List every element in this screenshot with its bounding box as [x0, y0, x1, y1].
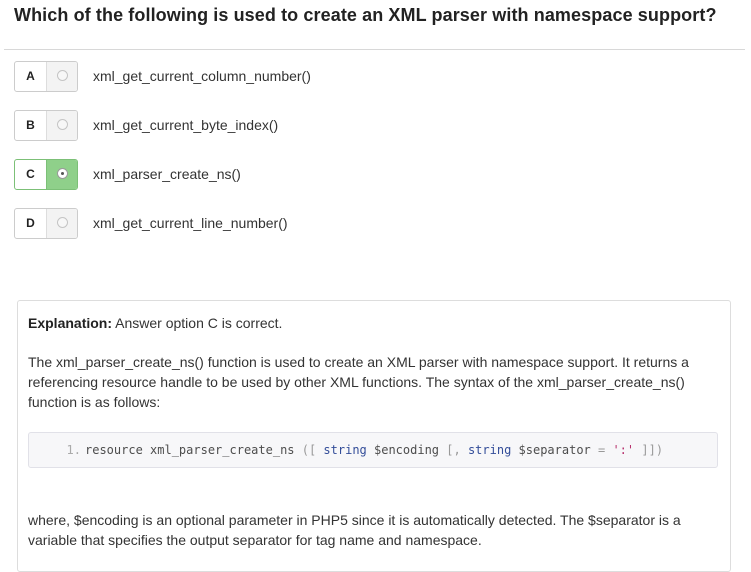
divider	[4, 49, 745, 50]
option-a-text: xml_get_current_column_number()	[93, 68, 311, 84]
code-token: resource xml_parser_create_ns	[85, 443, 302, 457]
option-b-text: xml_get_current_byte_index()	[93, 117, 279, 133]
option-c-control[interactable]: C	[14, 159, 78, 190]
option-d-radio[interactable]	[57, 217, 68, 228]
option-c-letter: C	[26, 167, 35, 181]
option-d-radio-cell[interactable]	[46, 209, 77, 238]
code-token: string	[460, 443, 512, 457]
option-a-control[interactable]: A	[14, 61, 78, 92]
code-token: $encoding	[366, 443, 447, 457]
explanation-answer: Answer option C is correct.	[115, 315, 283, 331]
option-d-control[interactable]: D	[14, 208, 78, 239]
option-a-radio[interactable]	[57, 70, 68, 81]
option-d-text: xml_get_current_line_number()	[93, 215, 288, 231]
code-line-number: 1.	[66, 443, 81, 457]
option-c-radio[interactable]	[57, 168, 68, 179]
explanation-paragraph-2: where, $encoding is an optional paramete…	[28, 512, 681, 548]
question-title: Which of the following is used to create…	[14, 5, 717, 25]
option-d-letter: D	[26, 216, 35, 230]
option-c-radio-cell[interactable]	[46, 160, 77, 189]
code-block: 1. resource xml_parser_create_ns ([ strin…	[28, 432, 718, 468]
option-b-radio-cell[interactable]	[46, 111, 77, 140]
option-b-letter: B	[26, 118, 35, 132]
explanation-paragraph-1: The xml_parser_create_ns() function is u…	[28, 354, 689, 410]
code-token: ]])	[634, 443, 664, 457]
option-b-control[interactable]: B	[14, 110, 78, 141]
code-token: ([	[301, 443, 317, 457]
explanation-label: Explanation:	[28, 315, 113, 331]
code-token: [,	[446, 443, 461, 457]
option-a-radio-cell[interactable]	[46, 62, 77, 91]
option-b-radio[interactable]	[57, 119, 68, 130]
code-token: string	[316, 443, 367, 457]
code-token: ':'	[605, 443, 635, 457]
option-a-letter: A	[26, 69, 35, 83]
option-c-text: xml_parser_create_ns()	[93, 166, 241, 182]
explanation-heading: Explanation: Answer option C is correct.	[28, 314, 282, 332]
code-token: $separator	[511, 443, 598, 457]
explanation-panel: Explanation: Answer option C is correct.…	[17, 300, 731, 572]
